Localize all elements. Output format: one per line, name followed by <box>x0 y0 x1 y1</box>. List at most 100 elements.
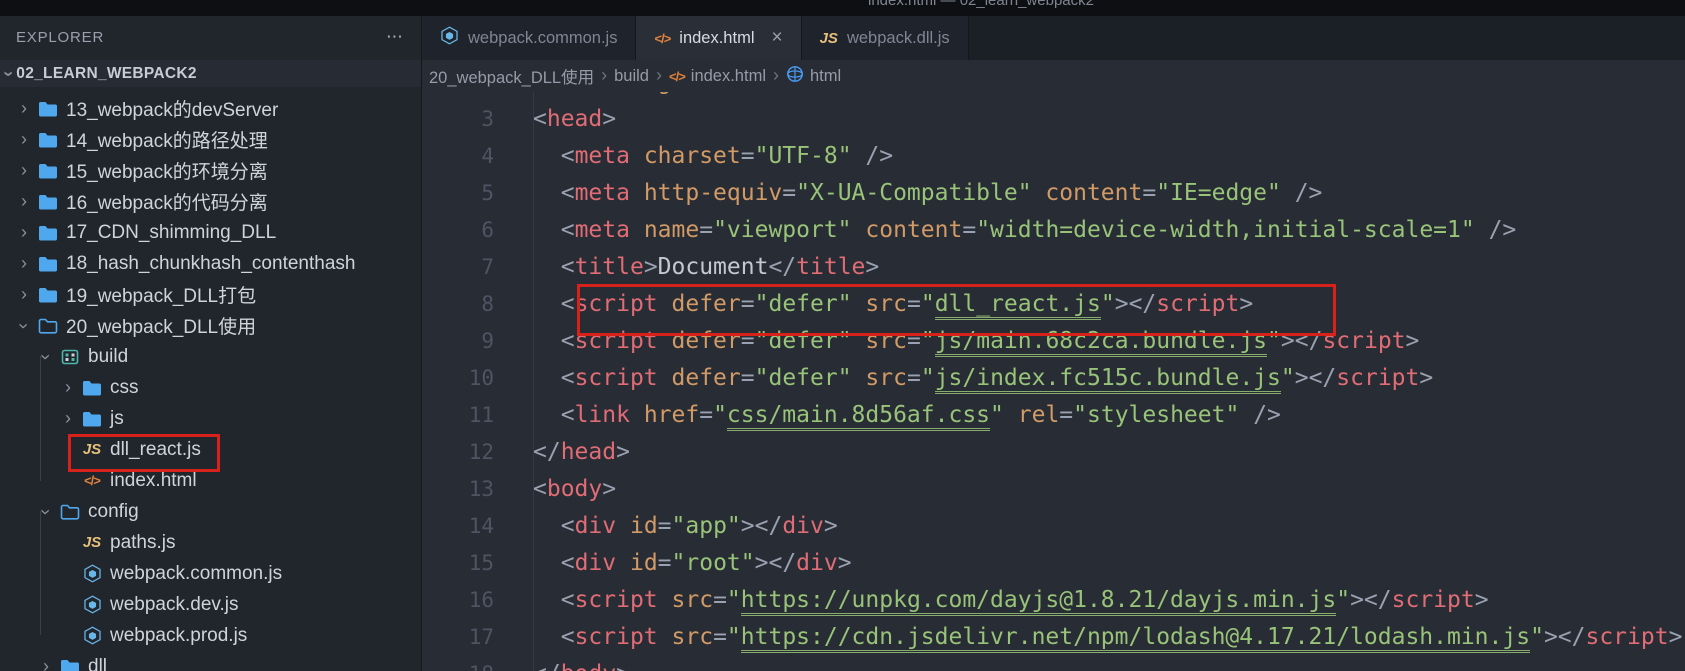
folder-icon <box>57 659 83 671</box>
code-line-text: <link href="css/main.8d56af.css" rel="st… <box>494 397 1281 434</box>
code-line-13[interactable]: 13<body> <box>422 471 1685 508</box>
project-root-label: 02_LEARN_WEBPACK2 <box>16 65 197 83</box>
breadcrumb-separator: › <box>773 65 779 86</box>
code-line-7[interactable]: 7 <title>Document</title> <box>422 249 1685 286</box>
tree-item-label: 17_CDN_shimming_DLL <box>66 222 276 244</box>
tree-item-17_CDN_shimming_DLL[interactable]: ›17_CDN_shimming_DLL <box>0 217 421 248</box>
breadcrumb-item-build[interactable]: build <box>614 67 649 86</box>
code-line-2[interactable]: 2<html lang="en"> <box>422 92 1685 101</box>
breadcrumb-separator: › <box>601 65 607 86</box>
breadcrumb-label: build <box>614 67 649 86</box>
line-number: 3 <box>422 101 494 138</box>
tree-item-label: 20_webpack_DLL使用 <box>66 312 256 339</box>
tree-item-label: dll_react.js <box>110 439 201 461</box>
code-line-9[interactable]: 9 <script defer="defer" src="js/main.68c… <box>422 323 1685 360</box>
tree-item-label: 18_hash_chunkhash_contenthash <box>66 253 355 275</box>
tree-item-paths.js[interactable]: JSpaths.js <box>0 527 421 558</box>
tab-label: webpack.common.js <box>468 29 617 48</box>
tab-index.html[interactable]: </> index.html × <box>636 16 801 60</box>
webpack-icon <box>79 595 105 614</box>
chevron-right-icon: › <box>21 161 27 179</box>
code-line-text: </body> <box>494 656 630 671</box>
tree-item-dll[interactable]: › dll <box>0 651 421 671</box>
tree-item-label: 19_webpack_DLL打包 <box>66 281 256 308</box>
title-bar: index.html — 02_learn_webpack2 <box>0 0 1685 16</box>
code-line-6[interactable]: 6 <meta name="viewport" content="width=d… <box>422 212 1685 249</box>
tree-item-index.html[interactable]: </>index.html <box>0 465 421 496</box>
tree-item-build[interactable]: ›build <box>0 341 421 372</box>
tree-item-label: webpack.common.js <box>110 563 282 585</box>
tree-item-js[interactable]: ›js <box>0 403 421 434</box>
tree-item-css[interactable]: ›css <box>0 372 421 403</box>
tab-webpack.common.js[interactable]: webpack.common.js <box>422 16 636 60</box>
line-number: 7 <box>422 249 494 286</box>
tree-item-label: 16_webpack的代码分离 <box>66 188 268 215</box>
tree-item-webpack.common.js[interactable]: webpack.common.js <box>0 558 421 589</box>
tab-label: index.html <box>679 29 754 48</box>
tree-item-webpack.prod.js[interactable]: webpack.prod.js <box>0 620 421 651</box>
explorer-sidebar: EXPLORER ⋯ › 02_LEARN_WEBPACK2 ›13_webpa… <box>0 16 422 671</box>
line-number: 6 <box>422 212 494 249</box>
code-line-5[interactable]: 5 <meta http-equiv="X-UA-Compatible" con… <box>422 175 1685 212</box>
line-number: 12 <box>422 434 494 471</box>
code-line-11[interactable]: 11 <link href="css/main.8d56af.css" rel=… <box>422 397 1685 434</box>
code-line-text: <title>Document</title> <box>494 249 879 286</box>
editor-area: webpack.common.js</>index.html×JSwebpack… <box>422 16 1685 671</box>
code-line-3[interactable]: 3<head> <box>422 101 1685 138</box>
tree-item-18_hash_chunkhash_contenthash[interactable]: ›18_hash_chunkhash_contenthash <box>0 248 421 279</box>
tree-item-label: dll <box>88 656 107 671</box>
tree-item-14_webpack的路径处理[interactable]: ›14_webpack的路径处理 <box>0 124 421 155</box>
js-icon: JS <box>79 534 105 551</box>
code-line-text: <script src="https://unpkg.com/dayjs@1.8… <box>494 582 1489 619</box>
tree-item-19_webpack_DLL打包[interactable]: › 19_webpack_DLL打包 <box>0 279 421 310</box>
folder-icon <box>79 380 105 396</box>
explorer-heading: EXPLORER <box>16 29 104 46</box>
breadcrumb-label: index.html <box>691 67 766 86</box>
code-line-8[interactable]: 8 <script defer="defer" src="dll_react.j… <box>422 286 1685 323</box>
tree-item-label: config <box>88 501 139 523</box>
tab-webpack.dll.js[interactable]: JSwebpack.dll.js <box>802 16 969 60</box>
breadcrumb-item-20_webpack_DLL使用[interactable]: 20_webpack_DLL使用 <box>429 64 594 88</box>
line-number: 14 <box>422 508 494 545</box>
code-line-17[interactable]: 17 <script src="https://cdn.jsdelivr.net… <box>422 619 1685 656</box>
window-title: index.html — 02_learn_webpack2 <box>868 0 1094 9</box>
breadcrumb-item-html[interactable]: html <box>786 65 841 88</box>
code-content: 2<html lang="en">3<head>4 <meta charset=… <box>422 92 1685 671</box>
close-icon[interactable]: × <box>771 27 782 49</box>
tree-item-15_webpack的环境分离[interactable]: ›15_webpack的环境分离 <box>0 155 421 186</box>
project-root-row[interactable]: › 02_LEARN_WEBPACK2 <box>0 60 421 87</box>
folder-icon <box>35 287 61 303</box>
code-line-14[interactable]: 14 <div id="app"></div> <box>422 508 1685 545</box>
chevron-right-icon: › <box>43 657 49 671</box>
html-icon: </> <box>654 29 670 48</box>
code-line-4[interactable]: 4 <meta charset="UTF-8" /> <box>422 138 1685 175</box>
chevron-right-icon: › <box>21 130 27 148</box>
tree-item-13_webpack的devServer[interactable]: ›13_webpack的devServer <box>0 93 421 124</box>
line-number: 10 <box>422 360 494 397</box>
code-line-text: <head> <box>494 101 616 138</box>
tree-item-webpack.dev.js[interactable]: webpack.dev.js <box>0 589 421 620</box>
tree-item-dll_react.js[interactable]: JSdll_react.js <box>0 434 421 465</box>
folder-icon <box>35 101 61 117</box>
chevron-right-icon: › <box>21 285 27 303</box>
breadcrumb: 20_webpack_DLL使用›build›</>index.html›htm… <box>422 60 1685 92</box>
line-number: 18 <box>422 656 494 671</box>
more-actions-icon[interactable]: ⋯ <box>386 27 405 47</box>
breadcrumb-item-index.html[interactable]: </>index.html <box>669 67 766 86</box>
tree-item-label: index.html <box>110 470 197 492</box>
code-line-15[interactable]: 15 <div id="root"></div> <box>422 545 1685 582</box>
vscode-window: index.html — 02_learn_webpack2 EXPLORER … <box>0 0 1685 671</box>
tree-item-config[interactable]: ›config <box>0 496 421 527</box>
tree-item-20_webpack_DLL使用[interactable]: ›20_webpack_DLL使用 <box>0 310 421 341</box>
code-line-12[interactable]: 12</head> <box>422 434 1685 471</box>
tree-item-16_webpack的代码分离[interactable]: ›16_webpack的代码分离 <box>0 186 421 217</box>
code-line-10[interactable]: 10 <script defer="defer" src="js/index.f… <box>422 360 1685 397</box>
code-line-text: <script defer="defer" src="dll_react.js"… <box>494 286 1253 323</box>
line-number: 9 <box>422 323 494 360</box>
folder-build-icon <box>57 349 83 365</box>
code-line-16[interactable]: 16 <script src="https://unpkg.com/dayjs@… <box>422 582 1685 619</box>
code-editor[interactable]: 2<html lang="en">3<head>4 <meta charset=… <box>422 92 1685 671</box>
code-line-18[interactable]: 18</body> <box>422 656 1685 671</box>
tab-bar: webpack.common.js </> index.html × JSwebpack… <box>422 16 1685 60</box>
line-number: 11 <box>422 397 494 434</box>
